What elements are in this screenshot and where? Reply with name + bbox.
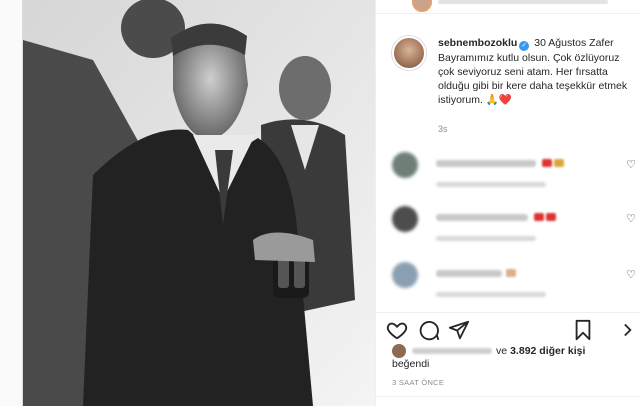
caption-timestamp[interactable]: 3s — [438, 124, 448, 134]
divider — [376, 396, 640, 397]
comment-meta-blurred — [436, 292, 546, 297]
post-header — [376, 0, 640, 14]
comment-bubble-icon[interactable] — [418, 319, 440, 341]
avatar[interactable] — [392, 36, 426, 70]
comment-meta-blurred — [436, 236, 536, 241]
heart-outline-icon[interactable] — [386, 319, 408, 341]
comment-item: ♡ — [392, 152, 636, 200]
bookmark-icon[interactable] — [572, 319, 594, 341]
instagram-post: sebnembozoklu ✓ 30 Ağustos Zafer Bayramım… — [22, 0, 640, 406]
caption-username[interactable]: sebnembozoklu — [438, 37, 517, 49]
comment-text-blurred — [436, 270, 502, 277]
post-actions-bar — [376, 312, 640, 342]
liker-avatar[interactable] — [392, 344, 406, 358]
header-username-blurred — [438, 0, 608, 4]
comment-like-heart-icon[interactable]: ♡ — [626, 158, 636, 171]
comment-avatar[interactable] — [392, 206, 418, 232]
header-avatar[interactable] — [412, 0, 432, 12]
comment-avatar[interactable] — [392, 262, 418, 288]
comment-avatar[interactable] — [392, 152, 418, 178]
post-sidebar: sebnembozoklu ✓ 30 Ağustos Zafer Bayramım… — [375, 0, 640, 406]
more-options-icon[interactable] — [612, 319, 634, 341]
paper-plane-icon[interactable] — [448, 319, 470, 341]
likes-suffix: ve — [496, 345, 508, 357]
emoji-blurred — [546, 213, 556, 221]
post-photo[interactable] — [23, 0, 375, 406]
comment-like-heart-icon[interactable]: ♡ — [626, 268, 636, 281]
emoji-blurred — [554, 159, 564, 167]
emoji-blurred — [506, 269, 516, 277]
likes-line2: beğendi — [392, 358, 430, 370]
comment-meta-blurred — [436, 182, 546, 187]
emoji-blurred — [534, 213, 544, 221]
likes-count[interactable]: 3.892 diğer kişi — [510, 345, 585, 357]
verified-badge-icon: ✓ — [519, 41, 530, 51]
comment-text-blurred — [436, 214, 528, 221]
post-image-drawing — [23, 0, 375, 406]
post-caption: sebnembozoklu ✓ 30 Ağustos Zafer Bayramım… — [392, 36, 632, 107]
likes-summary[interactable]: ve 3.892 diğer kişi — [392, 344, 585, 358]
emoji-blurred — [542, 159, 552, 167]
post-date[interactable]: 3 SAAT ÖNCE — [392, 378, 444, 387]
comment-item: ♡ — [392, 206, 636, 254]
liker-username-blurred — [412, 348, 492, 354]
comment-text-blurred — [436, 160, 536, 167]
comment-like-heart-icon[interactable]: ♡ — [626, 212, 636, 225]
comment-item: ♡ — [392, 262, 636, 310]
caption-text: sebnembozoklu ✓ 30 Ağustos Zafer Bayramım… — [438, 36, 632, 107]
